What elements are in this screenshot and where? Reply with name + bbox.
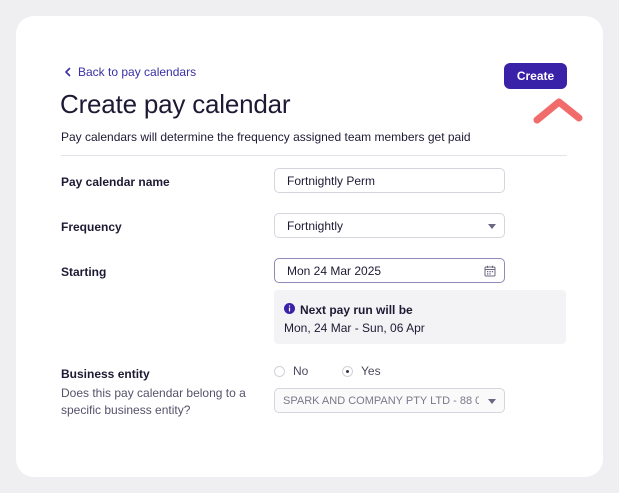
- pay-calendar-name-value: Fortnightly Perm: [287, 173, 376, 188]
- business-entity-select-value: SPARK AND COMPANY PTY LTD - 88 06: [283, 394, 479, 407]
- calendar-icon[interactable]: [484, 265, 496, 277]
- create-pay-calendar-card: Back to pay calendars Create Create pay …: [16, 16, 603, 477]
- starting-label: Starting: [61, 265, 107, 279]
- entity-radio-yes[interactable]: Yes: [342, 364, 381, 378]
- caret-down-icon: [488, 224, 496, 229]
- create-button[interactable]: Create: [504, 63, 567, 89]
- frequency-label: Frequency: [61, 220, 122, 234]
- divider: [61, 155, 567, 156]
- entity-radio-yes-label: Yes: [361, 364, 381, 378]
- starting-date-input[interactable]: Mon 24 Mar 2025: [274, 258, 505, 283]
- frequency-select[interactable]: Fortnightly: [274, 213, 505, 238]
- starting-date-value: Mon 24 Mar 2025: [287, 263, 382, 278]
- annotation-arrow-icon: [533, 98, 583, 124]
- frequency-value: Fortnightly: [287, 218, 344, 233]
- business-entity-select[interactable]: SPARK AND COMPANY PTY LTD - 88 06: [274, 388, 505, 413]
- next-pay-run-info: Next pay run will be Mon, 24 Mar - Sun, …: [274, 290, 566, 344]
- entity-radio-no-label: No: [293, 364, 309, 378]
- radio-circle-selected: [342, 365, 353, 377]
- chevron-left-icon: [65, 67, 71, 77]
- business-entity-description: Does this pay calendar belong to a speci…: [61, 386, 246, 417]
- pay-calendar-name-input[interactable]: Fortnightly Perm: [274, 168, 505, 193]
- radio-circle: [274, 365, 285, 377]
- next-pay-run-range: Mon, 24 Mar - Sun, 06 Apr: [284, 321, 425, 335]
- entity-radio-no[interactable]: No: [274, 364, 308, 378]
- next-pay-run-title: Next pay run will be: [300, 303, 413, 317]
- page-title: Create pay calendar: [60, 89, 291, 119]
- info-icon: [284, 303, 295, 314]
- page-subtitle: Pay calendars will determine the frequen…: [61, 130, 471, 144]
- back-to-pay-calendars-link[interactable]: Back to pay calendars: [62, 65, 196, 79]
- caret-down-icon: [488, 399, 496, 404]
- pay-calendar-name-label: Pay calendar name: [61, 175, 170, 189]
- back-link-label: Back to pay calendars: [78, 65, 197, 79]
- business-entity-label: Business entity: [61, 367, 150, 381]
